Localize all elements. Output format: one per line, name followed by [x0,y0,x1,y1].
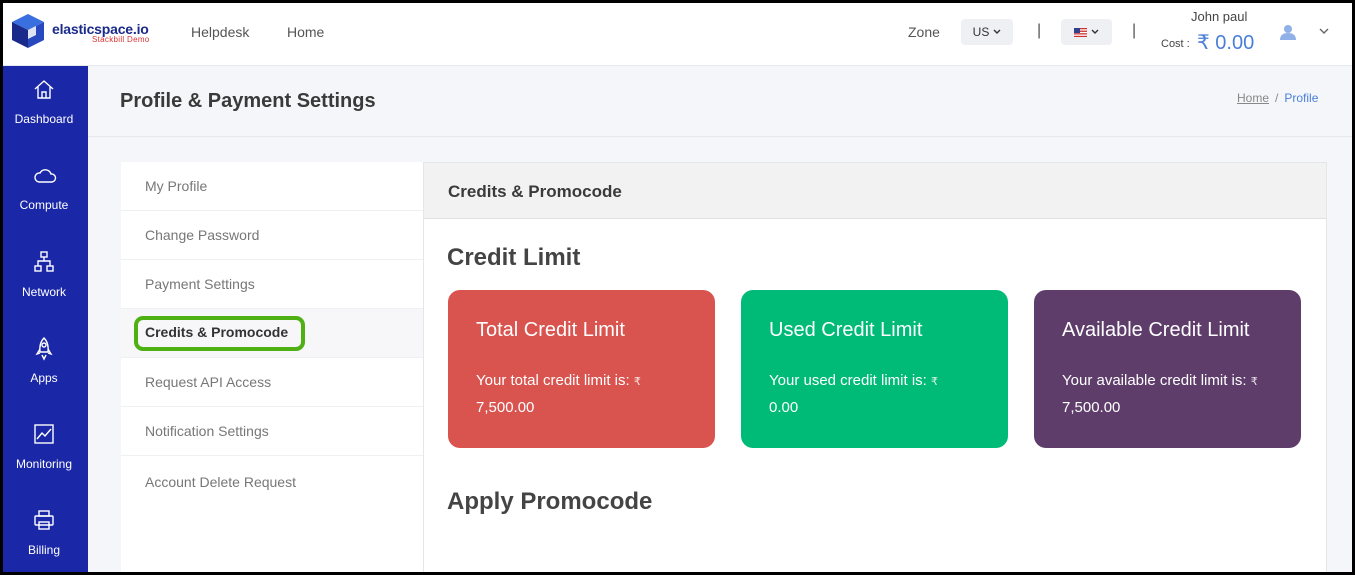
apply-promocode-heading: Apply Promocode [447,488,653,515]
card-description: Your total credit limit is: ₹ 7,500.00 [476,368,691,421]
sidebar: Dashboard Compute Network Apps Monitorin… [0,66,88,575]
brand-logo[interactable]: elasticspace.io Stackbill Demo [10,13,160,53]
menu-item-request-api-access[interactable]: Request API Access [121,358,423,407]
zone-label: Zone [908,24,940,40]
header-divider [88,136,1355,137]
cost-value: ₹ 0.00 [1197,32,1255,54]
card-amount: 7,500.00 [1062,399,1121,416]
card-description: Your available credit limit is: ₹ 7,500.… [1062,368,1277,421]
card-title: Total Credit Limit [476,319,625,341]
menu-item-label: Notification Settings [145,423,269,439]
sidebar-item-label: Dashboard [14,112,74,126]
rupee-icon: ₹ [931,376,939,388]
sidebar-item-label: Apps [30,371,58,385]
printer-icon [34,510,54,530]
rupee-icon: ₹ [1250,376,1258,388]
menu-item-label: Account Delete Request [145,474,296,490]
chevron-down-icon [1091,29,1099,34]
sidebar-item-billing[interactable]: Billing [0,509,88,575]
user-name: John paul [1191,9,1248,24]
sidebar-item-apps[interactable]: Apps [0,337,88,417]
zone-selected: US [972,25,990,39]
page-title: Profile & Payment Settings [120,90,376,112]
available-credit-card: Available Credit Limit Your available cr… [1034,290,1301,448]
chevron-down-icon [993,29,1001,34]
menu-item-account-delete-request[interactable]: Account Delete Request [121,456,423,505]
sidebar-item-label: Monitoring [15,457,73,471]
menu-item-my-profile[interactable]: My Profile [121,162,423,211]
menu-item-notification-settings[interactable]: Notification Settings [121,407,423,456]
menu-item-payment-settings[interactable]: Payment Settings [121,260,423,309]
credits-panel: Credits & Promocode Credit Limit Total C… [423,162,1327,575]
breadcrumb-current: Profile [1284,91,1319,105]
card-description: Your used credit limit is: ₹ 0.00 [769,368,984,421]
credit-limit-heading: Credit Limit [447,244,581,271]
sidebar-item-monitoring[interactable]: Monitoring [0,423,88,503]
breadcrumb-home-link[interactable]: Home [1237,91,1269,105]
chart-icon [34,424,54,444]
user-menu-chevron-icon[interactable] [1318,26,1330,36]
top-bar: elasticspace.io Stackbill Demo Helpdesk … [0,0,1355,66]
menu-item-label: My Profile [145,178,208,194]
helpdesk-link[interactable]: Helpdesk [191,24,249,40]
separator: | [1037,22,1042,39]
card-text: Your total credit limit is: [476,372,630,389]
rocket-icon [35,337,53,361]
user-avatar-icon[interactable] [1279,24,1297,40]
breadcrumb-separator: / [1275,91,1279,105]
sidebar-item-label: Compute [19,198,69,212]
sidebar-item-label: Billing [27,543,60,557]
home-link[interactable]: Home [287,24,324,40]
sidebar-item-compute[interactable]: Compute [0,164,88,244]
menu-item-label: Request API Access [145,374,272,390]
separator: | [1132,22,1137,39]
zone-dropdown[interactable]: US [961,19,1013,45]
panel-title: Credits & Promocode [448,182,622,201]
used-credit-card: Used Credit Limit Your used credit limit… [741,290,1008,448]
menu-item-label: Payment Settings [145,276,255,292]
us-flag-icon [1074,27,1087,37]
menu-item-label: Change Password [145,227,260,243]
menu-item-change-password[interactable]: Change Password [121,211,423,260]
brand-subtitle: Stackbill Demo [92,35,150,44]
language-dropdown[interactable] [1061,19,1112,45]
card-amount: 0.00 [769,399,799,416]
cloud-icon [34,169,57,183]
cost-label: Cost : [1161,38,1190,50]
total-credit-card: Total Credit Limit Your total credit lim… [448,290,715,448]
sidebar-item-label: Network [21,285,66,299]
card-text: Your available credit limit is: [1062,372,1247,389]
panel-header: Credits & Promocode [424,163,1326,219]
home-icon [34,80,54,99]
rupee-icon: ₹ [633,376,641,388]
sidebar-item-network[interactable]: Network [0,251,88,331]
breadcrumb: Home / Profile [1237,91,1318,105]
cube-logo-icon [12,14,44,48]
profile-menu: My Profile Change Password Payment Setti… [121,162,423,575]
card-title: Used Credit Limit [769,319,923,341]
card-title: Available Credit Limit [1062,319,1250,341]
card-amount: 7,500.00 [476,399,535,416]
sidebar-item-dashboard[interactable]: Dashboard [0,78,88,158]
card-text: Your used credit limit is: [769,372,927,389]
highlight-outline [134,316,305,351]
network-icon [34,251,54,272]
